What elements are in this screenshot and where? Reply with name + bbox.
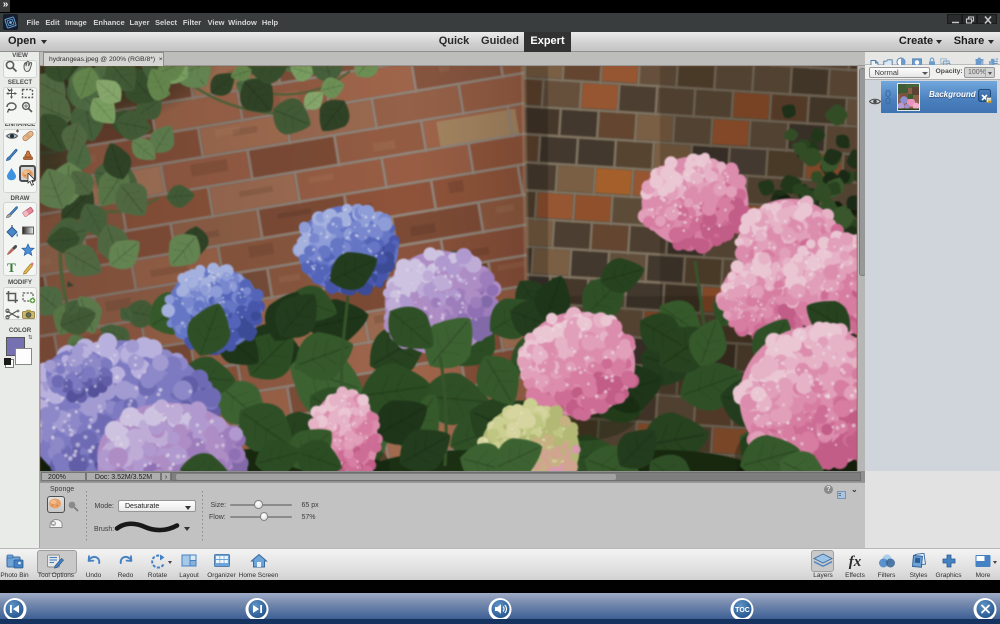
svg-text:TOC: TOC (735, 607, 750, 614)
svg-text:T: T (7, 261, 16, 274)
svg-text:fx: fx (849, 554, 862, 569)
